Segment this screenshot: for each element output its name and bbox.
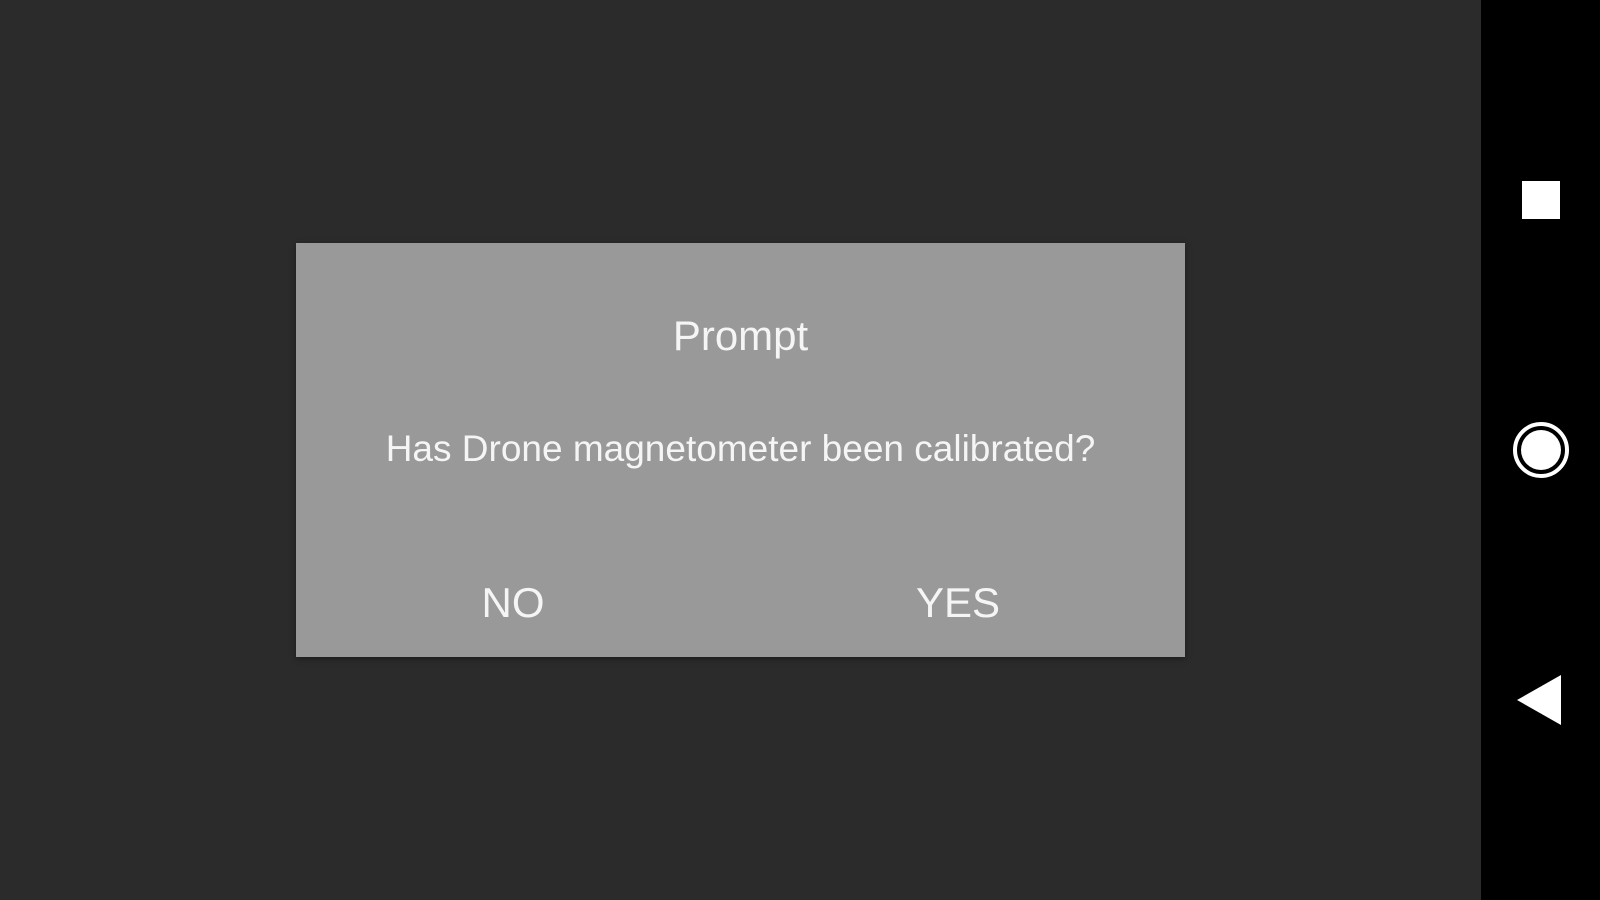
app-background: Prompt Has Drone magnetometer been calib…: [0, 0, 1481, 900]
dialog-button-row: NO YES: [296, 563, 1185, 643]
device-screen: Prompt Has Drone magnetometer been calib…: [0, 0, 1600, 900]
back-button[interactable]: [1481, 640, 1600, 760]
dialog-message: Has Drone magnetometer been calibrated?: [385, 428, 1096, 469]
prompt-dialog: Prompt Has Drone magnetometer been calib…: [296, 243, 1185, 657]
recents-button[interactable]: [1481, 140, 1600, 260]
circle-home-icon: [1512, 422, 1569, 478]
triangle-back-icon: [1516, 675, 1561, 725]
yes-button[interactable]: YES: [808, 563, 1108, 643]
home-icon-fill: [1520, 430, 1561, 470]
no-button[interactable]: NO: [363, 563, 663, 643]
square-recents-icon: [1521, 181, 1560, 219]
navigation-bar: [1481, 0, 1600, 900]
dialog-title: Prompt: [672, 312, 809, 359]
home-button[interactable]: [1481, 390, 1600, 510]
